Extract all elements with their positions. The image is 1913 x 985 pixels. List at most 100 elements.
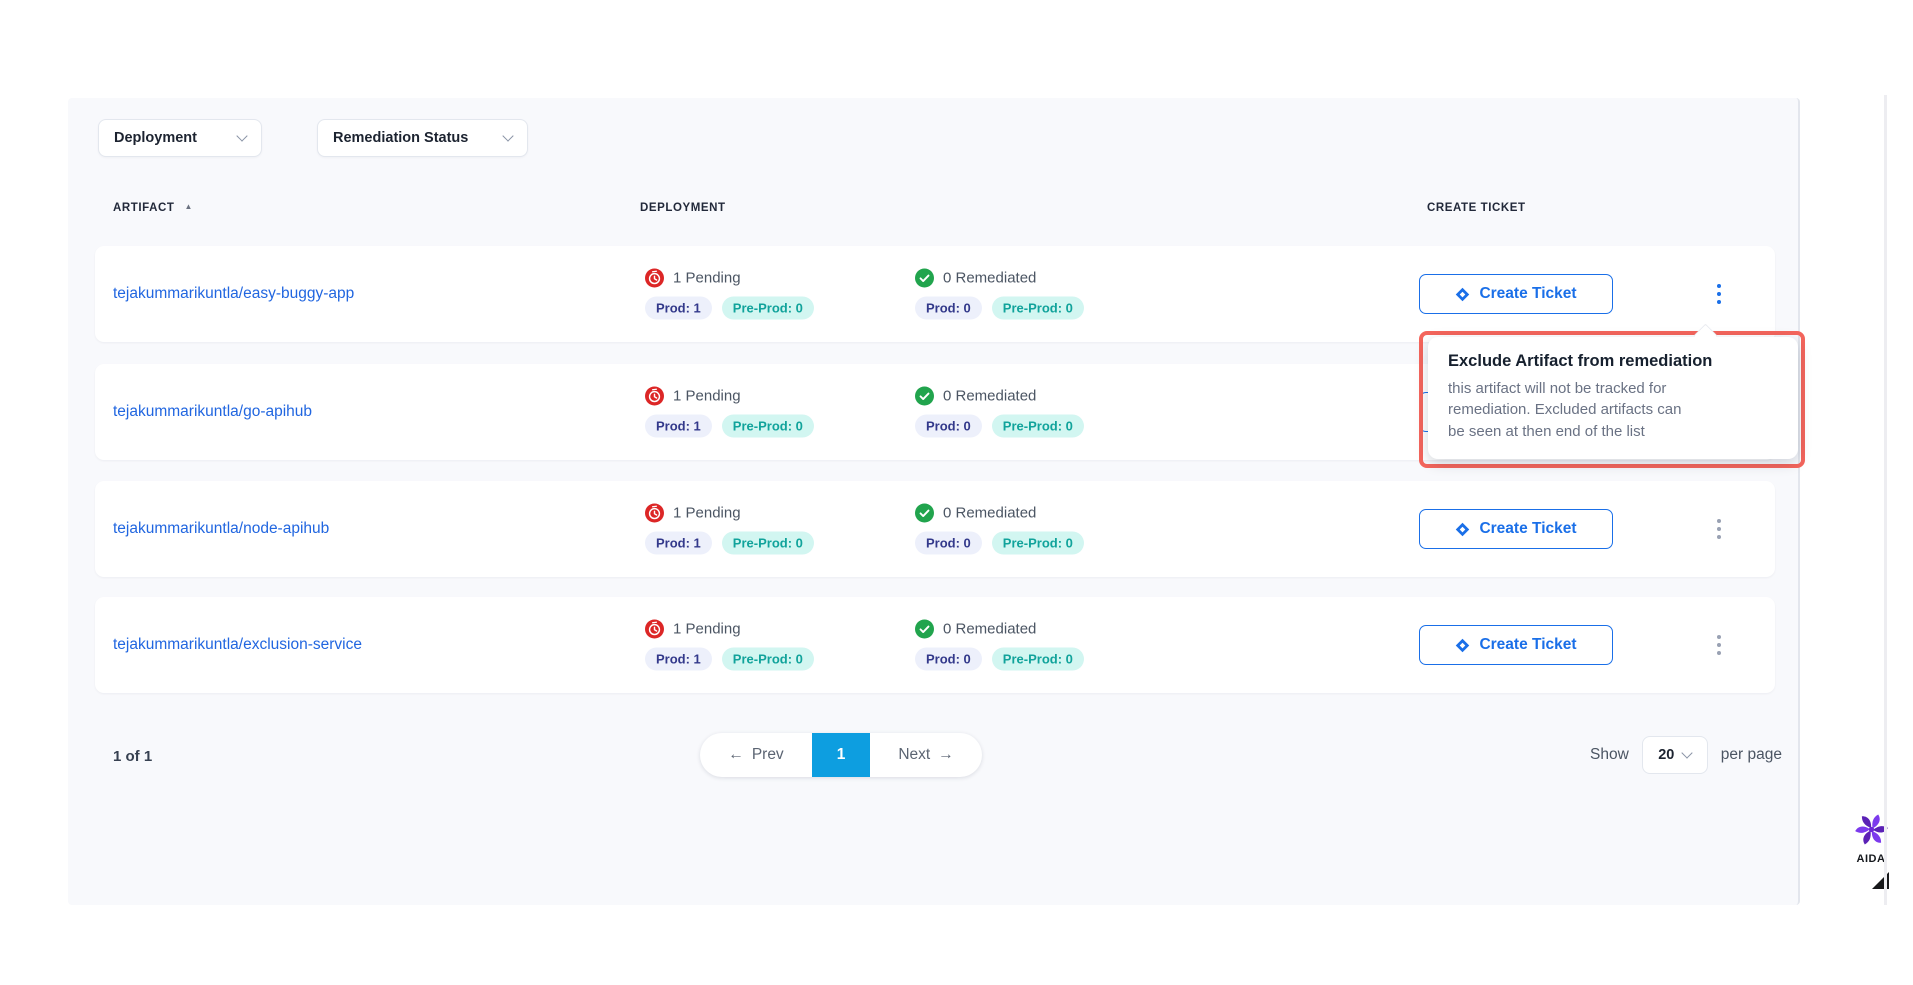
prod-badge: Prod: 1 [645, 648, 712, 671]
prod-badge: Prod: 0 [915, 415, 982, 438]
row-actions-kebab-menu-button[interactable] [1699, 509, 1739, 549]
preprod-badge: Pre-Prod: 0 [722, 415, 814, 438]
kebab-dot-icon [1717, 651, 1722, 656]
pending-clock-icon [645, 620, 664, 639]
artifact-link[interactable]: tejakummarikuntla/easy-buggy-app [113, 285, 354, 303]
remediated-cell: 0 Remediated Prod: 0 Pre-Prod: 0 [915, 387, 1084, 438]
table-row: tejakummarikuntla/easy-buggy-app 1 Pendi… [95, 246, 1775, 342]
exclude-artifact-menu-item[interactable]: Exclude Artifact from remediation this a… [1428, 337, 1798, 459]
create-ticket-label: Create Ticket [1479, 520, 1576, 538]
pending-count-label: 1 Pending [673, 270, 741, 287]
content-panel: Deployment Remediation Status ARTIFACT ▲ … [68, 98, 1800, 905]
ticket-diamond-icon [1455, 522, 1470, 537]
kebab-dot-icon [1717, 519, 1722, 524]
page-size-dropdown[interactable]: 20 [1642, 736, 1708, 774]
chevron-down-icon [236, 130, 247, 141]
prod-badge: Prod: 0 [915, 532, 982, 555]
artifact-link[interactable]: tejakummarikuntla/node-apihub [113, 520, 329, 538]
remediated-count-label: 0 Remediated [943, 388, 1036, 405]
next-label: Next [898, 746, 930, 764]
aida-pinwheel-logo-icon [1855, 813, 1888, 846]
pending-cell: 1 Pending Prod: 1 Pre-Prod: 0 [645, 269, 814, 320]
preprod-badge: Pre-Prod: 0 [722, 532, 814, 555]
chevron-down-icon [502, 130, 513, 141]
page-size-value: 20 [1658, 747, 1674, 763]
ticket-diamond-icon [1455, 287, 1470, 302]
remediated-check-icon [915, 620, 934, 639]
pending-cell: 1 Pending Prod: 1 Pre-Prod: 0 [645, 387, 814, 438]
remediated-count-label: 0 Remediated [943, 270, 1036, 287]
per-page-label: per page [1721, 746, 1782, 764]
preprod-badge: Pre-Prod: 0 [722, 648, 814, 671]
preprod-badge: Pre-Prod: 0 [722, 297, 814, 320]
remediated-cell: 0 Remediated Prod: 0 Pre-Prod: 0 [915, 620, 1084, 671]
column-header-deployment: DEPLOYMENT [640, 202, 726, 214]
prod-badge: Prod: 1 [645, 532, 712, 555]
pending-clock-icon [645, 387, 664, 406]
create-ticket-button[interactable]: Create Ticket [1419, 625, 1613, 665]
remediated-check-icon [915, 504, 934, 523]
tooltip-title: Exclude Artifact from remediation [1448, 352, 1778, 371]
remediation-status-filter-dropdown[interactable]: Remediation Status [317, 119, 528, 157]
aida-assistant-widget[interactable]: AIDA [1845, 813, 1897, 865]
table-row: tejakummarikuntla/node-apihub 1 Pending … [95, 481, 1775, 577]
current-page-button[interactable]: 1 [812, 733, 870, 777]
pending-cell: 1 Pending Prod: 1 Pre-Prod: 0 [645, 504, 814, 555]
arrow-right-icon: → [938, 746, 954, 764]
aida-label: AIDA [1845, 853, 1897, 865]
column-header-create-ticket: CREATE TICKET [1427, 202, 1526, 214]
pending-clock-icon [645, 504, 664, 523]
table-header-row: ARTIFACT ▲ DEPLOYMENT CREATE TICKET [68, 202, 1798, 222]
remediation-status-filter-label: Remediation Status [333, 130, 468, 146]
prod-badge: Prod: 0 [915, 648, 982, 671]
kebab-dot-icon [1717, 635, 1722, 640]
kebab-dot-icon [1717, 300, 1722, 305]
pager: ← Prev 1 Next → [700, 733, 982, 777]
artifact-link[interactable]: tejakummarikuntla/exclusion-service [113, 636, 362, 654]
row-actions-kebab-menu-button[interactable] [1699, 274, 1739, 314]
page: Deployment Remediation Status ARTIFACT ▲ … [0, 0, 1913, 985]
preprod-badge: Pre-Prod: 0 [992, 415, 1084, 438]
remediated-count-label: 0 Remediated [943, 505, 1036, 522]
create-ticket-label: Create Ticket [1479, 285, 1576, 303]
row-actions-kebab-menu-button[interactable] [1699, 625, 1739, 665]
remediated-cell: 0 Remediated Prod: 0 Pre-Prod: 0 [915, 504, 1084, 555]
remediated-cell: 0 Remediated Prod: 0 Pre-Prod: 0 [915, 269, 1084, 320]
pending-count-label: 1 Pending [673, 505, 741, 522]
create-ticket-button[interactable]: Create Ticket [1419, 509, 1613, 549]
create-ticket-label: Create Ticket [1479, 636, 1576, 654]
chevron-down-icon [1682, 747, 1693, 758]
prod-badge: Prod: 0 [915, 297, 982, 320]
kebab-dot-icon [1717, 284, 1722, 289]
kebab-dot-icon [1717, 527, 1722, 532]
artifact-header-label: ARTIFACT [113, 202, 174, 214]
pending-count-label: 1 Pending [673, 621, 741, 638]
table-row: tejakummarikuntla/exclusion-service 1 Pe… [95, 597, 1775, 693]
scrollbar-track [1884, 95, 1887, 905]
kebab-dot-icon [1717, 535, 1722, 540]
next-page-button[interactable]: Next → [870, 733, 982, 777]
kebab-dot-icon [1717, 292, 1722, 297]
deployment-filter-label: Deployment [114, 130, 197, 146]
sort-ascending-icon: ▲ [184, 202, 193, 211]
arrow-left-icon: ← [728, 746, 744, 764]
tooltip-body: this artifact will not be tracked for re… [1448, 378, 1778, 442]
pending-cell: 1 Pending Prod: 1 Pre-Prod: 0 [645, 620, 814, 671]
preprod-badge: Pre-Prod: 0 [992, 297, 1084, 320]
deployment-filter-dropdown[interactable]: Deployment [98, 119, 262, 157]
page-summary: 1 of 1 [113, 748, 152, 765]
prev-page-button[interactable]: ← Prev [700, 733, 812, 777]
create-ticket-button[interactable]: Create Ticket [1419, 274, 1613, 314]
page-size-control: Show 20 per page [1590, 733, 1782, 777]
preprod-badge: Pre-Prod: 0 [992, 532, 1084, 555]
show-label: Show [1590, 746, 1629, 764]
pending-clock-icon [645, 269, 664, 288]
kebab-dot-icon [1717, 643, 1722, 648]
ticket-diamond-icon [1455, 638, 1470, 653]
remediated-check-icon [915, 387, 934, 406]
artifact-link[interactable]: tejakummarikuntla/go-apihub [113, 403, 312, 421]
pending-count-label: 1 Pending [673, 388, 741, 405]
prev-label: Prev [752, 746, 784, 764]
column-header-artifact[interactable]: ARTIFACT ▲ [113, 202, 193, 214]
remediated-check-icon [915, 269, 934, 288]
